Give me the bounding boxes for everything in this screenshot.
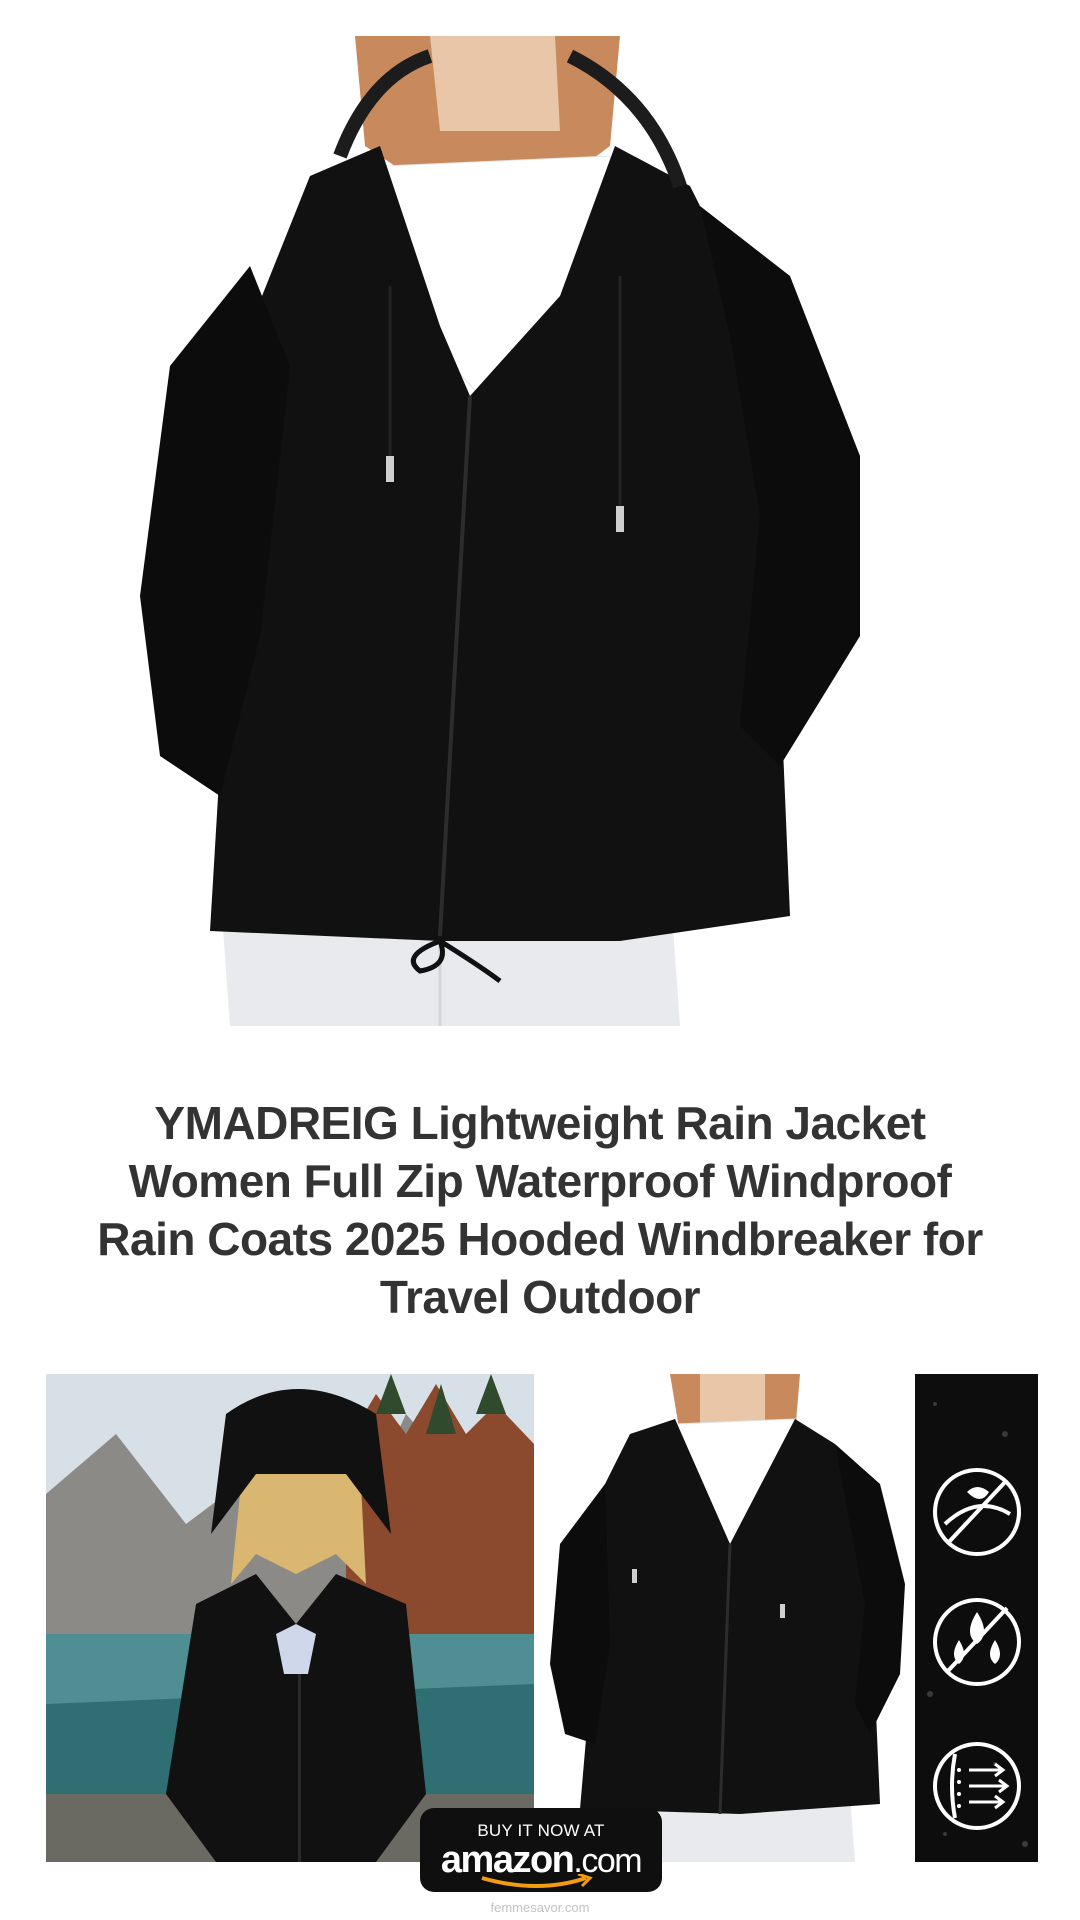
product-title-line: Travel Outdoor [379,1271,701,1323]
thumbnail-feature-icons[interactable] [915,1374,1038,1862]
buy-on-amazon-button[interactable]: BUY IT NOW AT amazon.com [420,1808,662,1892]
product-title-line: YMADREIG Lightweight Rain Jacket [154,1097,926,1149]
model-wearing-black-rain-jacket [140,36,860,1026]
hero-product-image[interactable] [140,36,880,1032]
feature-icons-strip [915,1374,1038,1862]
cta-label: BUY IT NOW AT [477,1821,605,1840]
product-title: YMADREIG Lightweight Rain Jacket Women F… [40,1094,1040,1326]
product-title-line: Women Full Zip Waterproof Windproof [128,1155,952,1207]
model-front-view [550,1374,905,1862]
amazon-smile-icon [481,1874,593,1888]
footer-site-name: femmesavor.com [490,1900,590,1915]
thumbnail-front-view[interactable] [550,1374,910,1862]
model-outdoor-lake-scene [46,1374,534,1862]
product-title-line: Rain Coats 2025 Hooded Windbreaker for [97,1213,983,1265]
thumbnail-outdoor-lake[interactable] [46,1374,534,1862]
